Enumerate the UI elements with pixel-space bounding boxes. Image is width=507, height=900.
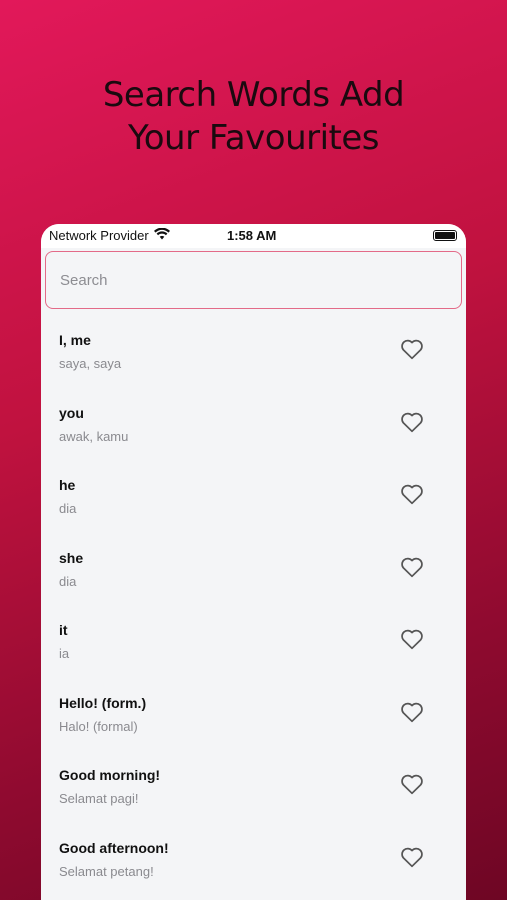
list-item[interactable]: Good afternoon! Selamat petang!	[41, 812, 466, 885]
list-item[interactable]: I, me saya, saya	[41, 304, 466, 377]
word-label: I, me	[59, 332, 91, 348]
word-list: I, me saya, saya you awak, kamu he dia s…	[41, 304, 466, 884]
translation-label: Selamat pagi!	[59, 791, 139, 806]
heart-icon[interactable]	[400, 556, 424, 578]
heart-icon[interactable]	[400, 773, 424, 795]
heart-icon[interactable]	[400, 483, 424, 505]
heart-icon[interactable]	[400, 338, 424, 360]
word-label: Hello! (form.)	[59, 694, 147, 711]
translation-label: Selamat petang!	[59, 863, 154, 879]
phone-screen: Network Provider 1:58 AM I, me saya, say…	[41, 224, 466, 900]
battery-icon	[433, 230, 457, 241]
heart-icon[interactable]	[400, 846, 424, 868]
list-item[interactable]: he dia	[41, 449, 466, 522]
status-time: 1:58 AM	[227, 228, 277, 243]
word-label: Good afternoon!	[59, 839, 169, 856]
heart-icon[interactable]	[400, 628, 424, 650]
translation-label: dia	[59, 501, 77, 516]
word-label: it	[59, 622, 68, 638]
word-label: Good morning!	[59, 767, 161, 783]
status-bar: Network Provider 1:58 AM	[41, 224, 466, 248]
heart-icon[interactable]	[400, 701, 424, 723]
translation-label: awak, kamu	[59, 428, 129, 444]
word-label: she	[59, 549, 84, 566]
list-item[interactable]: Hello! (form.) Halo! (formal)	[41, 667, 466, 740]
translation-label: Halo! (formal)	[59, 718, 138, 734]
list-item[interactable]: it ia	[41, 594, 466, 667]
carrier-label: Network Provider	[49, 228, 149, 243]
list-item[interactable]: she dia	[41, 522, 466, 595]
status-left: Network Provider	[49, 227, 170, 243]
word-label: he	[59, 477, 76, 493]
list-item[interactable]: you awak, kamu	[41, 377, 466, 450]
translation-label: saya, saya	[59, 356, 122, 371]
translation-label: ia	[59, 646, 70, 661]
heart-icon[interactable]	[400, 411, 424, 433]
search-input[interactable]	[45, 251, 462, 309]
promo-headline: Search Words Add Your Favourites	[0, 74, 507, 160]
wifi-icon	[153, 227, 170, 243]
headline-line-2: Your Favourites	[127, 118, 380, 158]
word-label: you	[59, 404, 84, 421]
headline-line-1: Search Words Add	[102, 75, 405, 115]
translation-label: dia	[59, 573, 77, 589]
list-item[interactable]: Good morning! Selamat pagi!	[41, 739, 466, 812]
